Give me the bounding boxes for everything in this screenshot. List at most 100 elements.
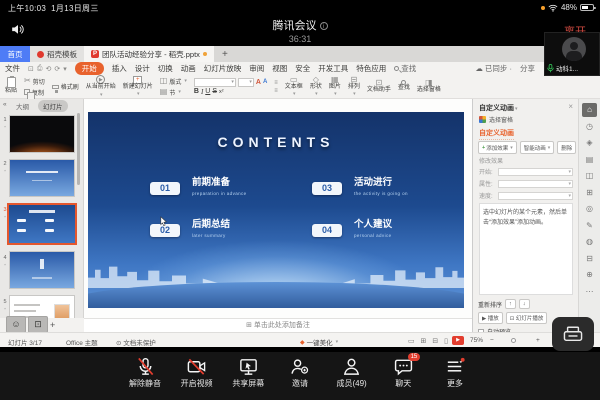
- delete-animation-button[interactable]: 删除: [557, 141, 576, 154]
- panel-more-icon[interactable]: ⋯: [582, 285, 597, 299]
- layout-button[interactable]: ◫版式: [160, 77, 187, 86]
- tab-home[interactable]: 首页: [0, 46, 30, 62]
- contents-item-3[interactable]: 03 活动进行the activity is going on: [312, 178, 464, 199]
- menu-animation[interactable]: 动画: [181, 63, 196, 74]
- italic-button[interactable]: I: [201, 88, 203, 96]
- align-left-icon[interactable]: ≡: [274, 80, 278, 86]
- panel-chart-icon[interactable]: ⊞: [582, 186, 597, 200]
- print-icon[interactable]: ⎙: [37, 65, 43, 73]
- align-center-icon[interactable]: ≡: [274, 88, 278, 94]
- font-size-select[interactable]: [238, 78, 254, 87]
- menu-view[interactable]: 视图: [272, 63, 287, 74]
- qat-more-icon[interactable]: ▾: [63, 65, 67, 73]
- menu-special-apps[interactable]: 特色应用: [356, 63, 386, 74]
- new-tab-button[interactable]: +: [214, 46, 236, 62]
- speed-select[interactable]: [498, 192, 573, 200]
- play-animation-button[interactable]: ▶ 播放: [478, 312, 503, 324]
- move-up-button[interactable]: ↑: [505, 299, 516, 309]
- protection-status[interactable]: ⊙ 文档未保护: [116, 337, 156, 347]
- panel-history-icon[interactable]: ◷: [582, 120, 597, 134]
- picture-button[interactable]: ▦图片: [329, 76, 341, 98]
- slide-thumb-4[interactable]: [9, 251, 75, 289]
- slides-tab[interactable]: 幻灯片: [38, 100, 68, 112]
- slide-title[interactable]: CONTENTS: [88, 134, 464, 150]
- menu-transition[interactable]: 切换: [158, 63, 173, 74]
- chat-button[interactable]: 15 聊天: [380, 356, 426, 389]
- menu-review[interactable]: 审阅: [249, 63, 264, 74]
- menu-insert[interactable]: 插入: [112, 63, 127, 74]
- zoom-in-button[interactable]: +: [536, 337, 540, 344]
- current-slide[interactable]: CONTENTS 01 前期准备preparation in advance 0…: [88, 112, 464, 308]
- arrange-button[interactable]: ⊟排列: [348, 76, 360, 98]
- invite-button[interactable]: 邀请: [277, 356, 323, 389]
- tab-document[interactable]: P团队活动经验分享 - 稻壳.pptx: [84, 46, 214, 62]
- zoom-knob[interactable]: [511, 338, 516, 343]
- info-icon[interactable]: i: [320, 22, 328, 30]
- outline-tab[interactable]: 大纲: [16, 101, 29, 111]
- menu-security[interactable]: 安全: [295, 63, 310, 74]
- add-effect-button[interactable]: +添加效果: [478, 141, 517, 154]
- paste-button[interactable]: 粘贴: [5, 77, 17, 96]
- members-button[interactable]: 成员(49): [329, 356, 375, 389]
- undo-icon[interactable]: ⟲: [45, 65, 51, 73]
- emoji-button[interactable]: ☺: [6, 316, 26, 333]
- superscript-button[interactable]: x²: [219, 89, 224, 95]
- section-button[interactable]: ▤节: [160, 88, 187, 97]
- comment-button[interactable]: ⊡: [28, 316, 48, 333]
- share-screen-button[interactable]: 共享屏幕: [225, 356, 271, 389]
- panel-effects-icon[interactable]: ◈: [582, 136, 597, 150]
- start-video-button[interactable]: 开启视频: [174, 356, 220, 389]
- new-slide-button[interactable]: +新建幻灯片: [123, 76, 153, 98]
- property-select[interactable]: [498, 180, 573, 188]
- redo-icon[interactable]: ⟳: [54, 65, 60, 73]
- shrink-font-button[interactable]: A: [263, 79, 267, 85]
- selection-pane-link[interactable]: 选择窗格: [479, 115, 513, 124]
- slideshow-button[interactable]: ⊡ 幻灯片播放: [506, 312, 548, 324]
- menu-file[interactable]: 文件: [5, 63, 20, 74]
- panel-export-icon[interactable]: ⊟: [582, 252, 597, 266]
- smart-animation-button[interactable]: 智能动画: [520, 141, 555, 154]
- panel-template-icon[interactable]: ◫: [582, 169, 597, 183]
- start-select[interactable]: [498, 168, 573, 176]
- selection-pane-button[interactable]: ◨选择窗格: [417, 79, 441, 95]
- slide-thumb-2[interactable]: [9, 159, 75, 197]
- slide-thumb-3-selected[interactable]: [7, 203, 77, 245]
- bold-button[interactable]: B: [194, 88, 199, 95]
- play-from-button[interactable]: ▶从当前开始: [86, 75, 116, 98]
- save-icon[interactable]: ⊡: [28, 65, 34, 73]
- shape-button[interactable]: ◇形状: [310, 76, 322, 98]
- contents-item-4[interactable]: 04 个人建议personal advice: [312, 220, 464, 241]
- unmute-button[interactable]: 解除静音: [122, 356, 168, 389]
- sync-status[interactable]: ☁ 已同步 ·: [475, 63, 512, 74]
- participant-video-tile[interactable]: 动科1...: [544, 32, 600, 76]
- menu-design[interactable]: 设计: [135, 63, 150, 74]
- collapse-panel-icon[interactable]: «: [3, 101, 7, 108]
- contents-item-2[interactable]: 02 后期总结later summary: [150, 220, 310, 241]
- contents-item-1[interactable]: 01 前期准备preparation in advance: [150, 178, 310, 199]
- panel-layout-icon[interactable]: ▤: [582, 153, 597, 167]
- format-painter-button[interactable]: 格式刷: [52, 82, 79, 91]
- copy-button[interactable]: 复制: [24, 88, 45, 97]
- font-name-select[interactable]: [194, 78, 236, 87]
- share-button[interactable]: 分享: [520, 63, 535, 74]
- theme-status[interactable]: Office 主题: [66, 337, 98, 347]
- textbox-button[interactable]: ▭文本框: [285, 76, 303, 98]
- panel-plugin-icon[interactable]: ⊕: [582, 268, 597, 282]
- menu-slideshow[interactable]: 幻灯片放映: [204, 63, 242, 74]
- move-down-button[interactable]: ↓: [519, 299, 530, 309]
- notes-placeholder[interactable]: ⊞ 单击此处添加备注: [84, 318, 472, 332]
- menu-start[interactable]: 开始: [75, 62, 104, 75]
- doc-assistant-button[interactable]: ⊡文档助手: [367, 79, 391, 95]
- strike-button[interactable]: S: [212, 88, 217, 95]
- underline-button[interactable]: U: [205, 88, 210, 95]
- slideshow-play-button[interactable]: ▶: [452, 336, 464, 345]
- thumbnail-scrollbar[interactable]: [77, 113, 80, 185]
- zoom-out-button[interactable]: −: [490, 337, 494, 344]
- menu-devtools[interactable]: 开发工具: [318, 63, 348, 74]
- slide-thumb-5[interactable]: [9, 295, 75, 318]
- beautify-button[interactable]: ◆一键美化: [300, 337, 338, 347]
- panel-properties-icon[interactable]: ⌂: [582, 103, 597, 117]
- grow-font-button[interactable]: A: [256, 79, 261, 86]
- panel-material-icon[interactable]: ◎: [582, 202, 597, 216]
- add-quick-button[interactable]: +: [50, 320, 55, 330]
